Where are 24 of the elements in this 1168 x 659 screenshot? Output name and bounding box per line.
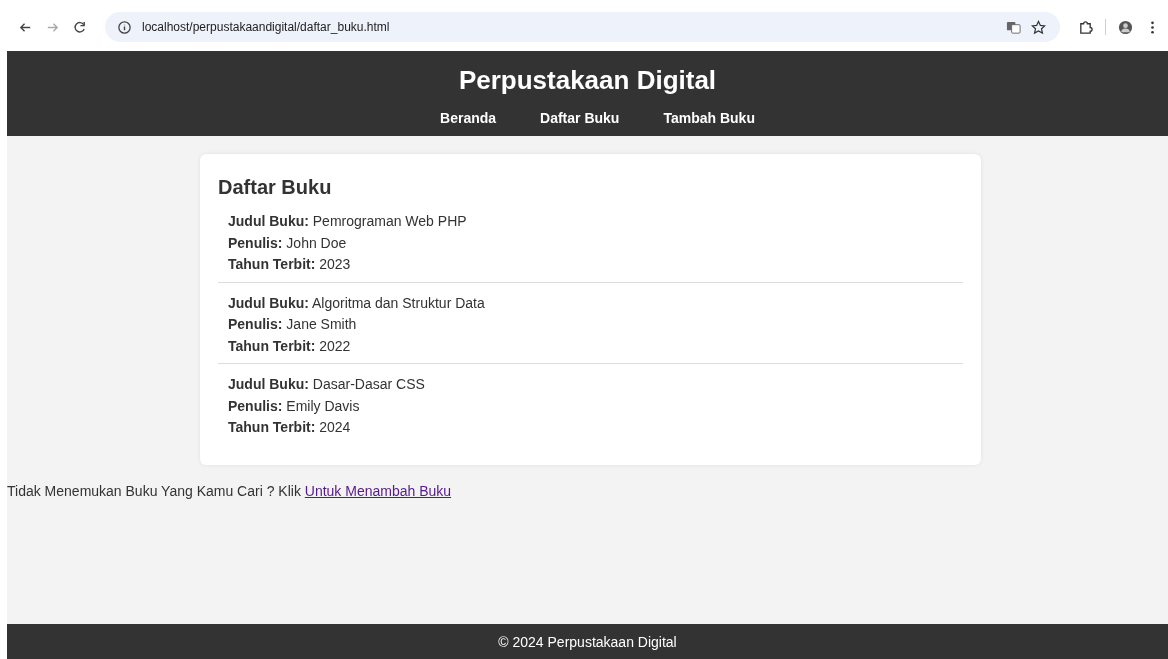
avatar-icon[interactable] [1118,19,1133,35]
reload-icon[interactable] [72,19,87,35]
nav-link[interactable]: Tambah Buku [641,110,777,126]
book-detail: Tahun Terbit: 2024 [228,418,352,437]
prompt-text: Tidak Menemukan Buku Yang Kamu Cari ? Klik [7,482,301,499]
translate-icon[interactable] [1006,19,1021,35]
star-icon[interactable] [1031,19,1046,35]
nav-link[interactable]: Beranda [418,110,519,126]
book-detail: Judul Buku: Algoritma dan Struktur Data [228,293,486,313]
site-title: Perpustakaan Digital [457,65,718,96]
address-bar[interactable]: localhost/perpustakaandigital/daftar_buku.html [105,12,1060,42]
book-detail: Penulis: John Doe [228,233,348,253]
book-detail: Tahun Terbit: 2022 [228,336,352,356]
add-book-link[interactable]: Untuk Menambah Buku [304,482,452,499]
footer-text: © 2024 Perpustakaan Digital [498,633,677,650]
info-icon[interactable] [117,19,132,35]
list-heading: Daftar Buku [218,176,333,199]
book-detail: Judul Buku: Pemrograman Web PHP [228,212,468,231]
puzzle-icon[interactable] [1078,19,1093,35]
book-detail: Judul Buku: Dasar-Dasar CSS [228,375,426,394]
book-detail: Penulis: Emily Davis [228,396,361,416]
book-detail: Penulis: Jane Smith [228,315,358,334]
book-detail: Tahun Terbit: 2023 [228,255,352,274]
nav-link[interactable]: Daftar Buku [518,110,642,126]
